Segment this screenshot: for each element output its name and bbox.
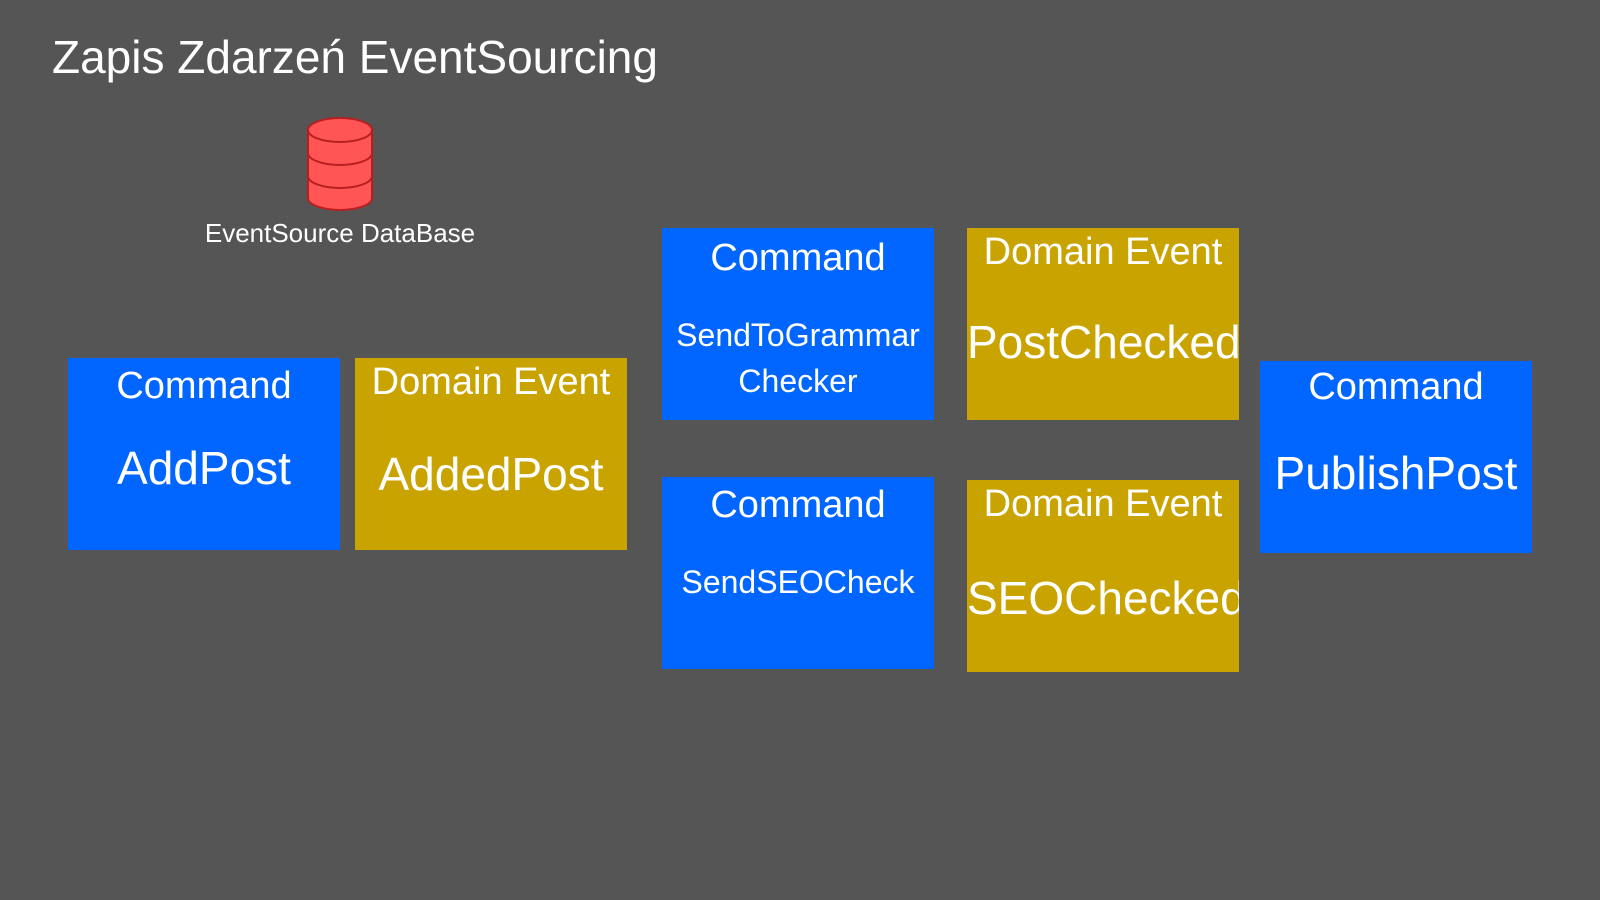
card-name-label: PublishPost (1274, 447, 1518, 499)
command-card-publish-post: Command PublishPost (1260, 361, 1532, 553)
database-label: EventSource DataBase (204, 218, 476, 248)
command-card-send-seo-check: Command SendSEOCheck (662, 477, 934, 669)
card-name-label: AddedPost (378, 448, 604, 500)
card-kind-label: Domain Event (371, 361, 611, 403)
card-name-label: AddPost (117, 442, 291, 494)
command-card-add-post: Command AddPost (68, 358, 340, 550)
card-name-label: SendSEOCheck (681, 564, 915, 600)
database-icon (307, 117, 373, 211)
card-kind-label: Command (710, 237, 886, 279)
event-card-seo-checked: Domain Event SEOChecked (967, 480, 1239, 672)
card-kind-label: Domain Event (983, 231, 1223, 273)
card-name-line-1: SendToGrammar (676, 317, 920, 353)
page-title: Zapis Zdarzeń EventSourcing (52, 31, 658, 83)
card-kind-label: Command (116, 365, 292, 407)
card-name-label: PostChecked (967, 316, 1239, 368)
card-name-line-2: Checker (738, 363, 858, 399)
event-card-post-checked: Domain Event PostChecked (967, 228, 1239, 420)
card-name-label: SendToGrammar Checker (662, 312, 934, 404)
event-card-added-post: Domain Event AddedPost (355, 358, 627, 550)
card-kind-label: Command (1308, 366, 1484, 408)
card-name-label: SEOChecked (967, 572, 1239, 624)
command-card-send-to-grammar-checker: Command SendToGrammar Checker (662, 228, 934, 420)
card-kind-label: Domain Event (983, 483, 1223, 525)
card-kind-label: Command (710, 484, 886, 526)
